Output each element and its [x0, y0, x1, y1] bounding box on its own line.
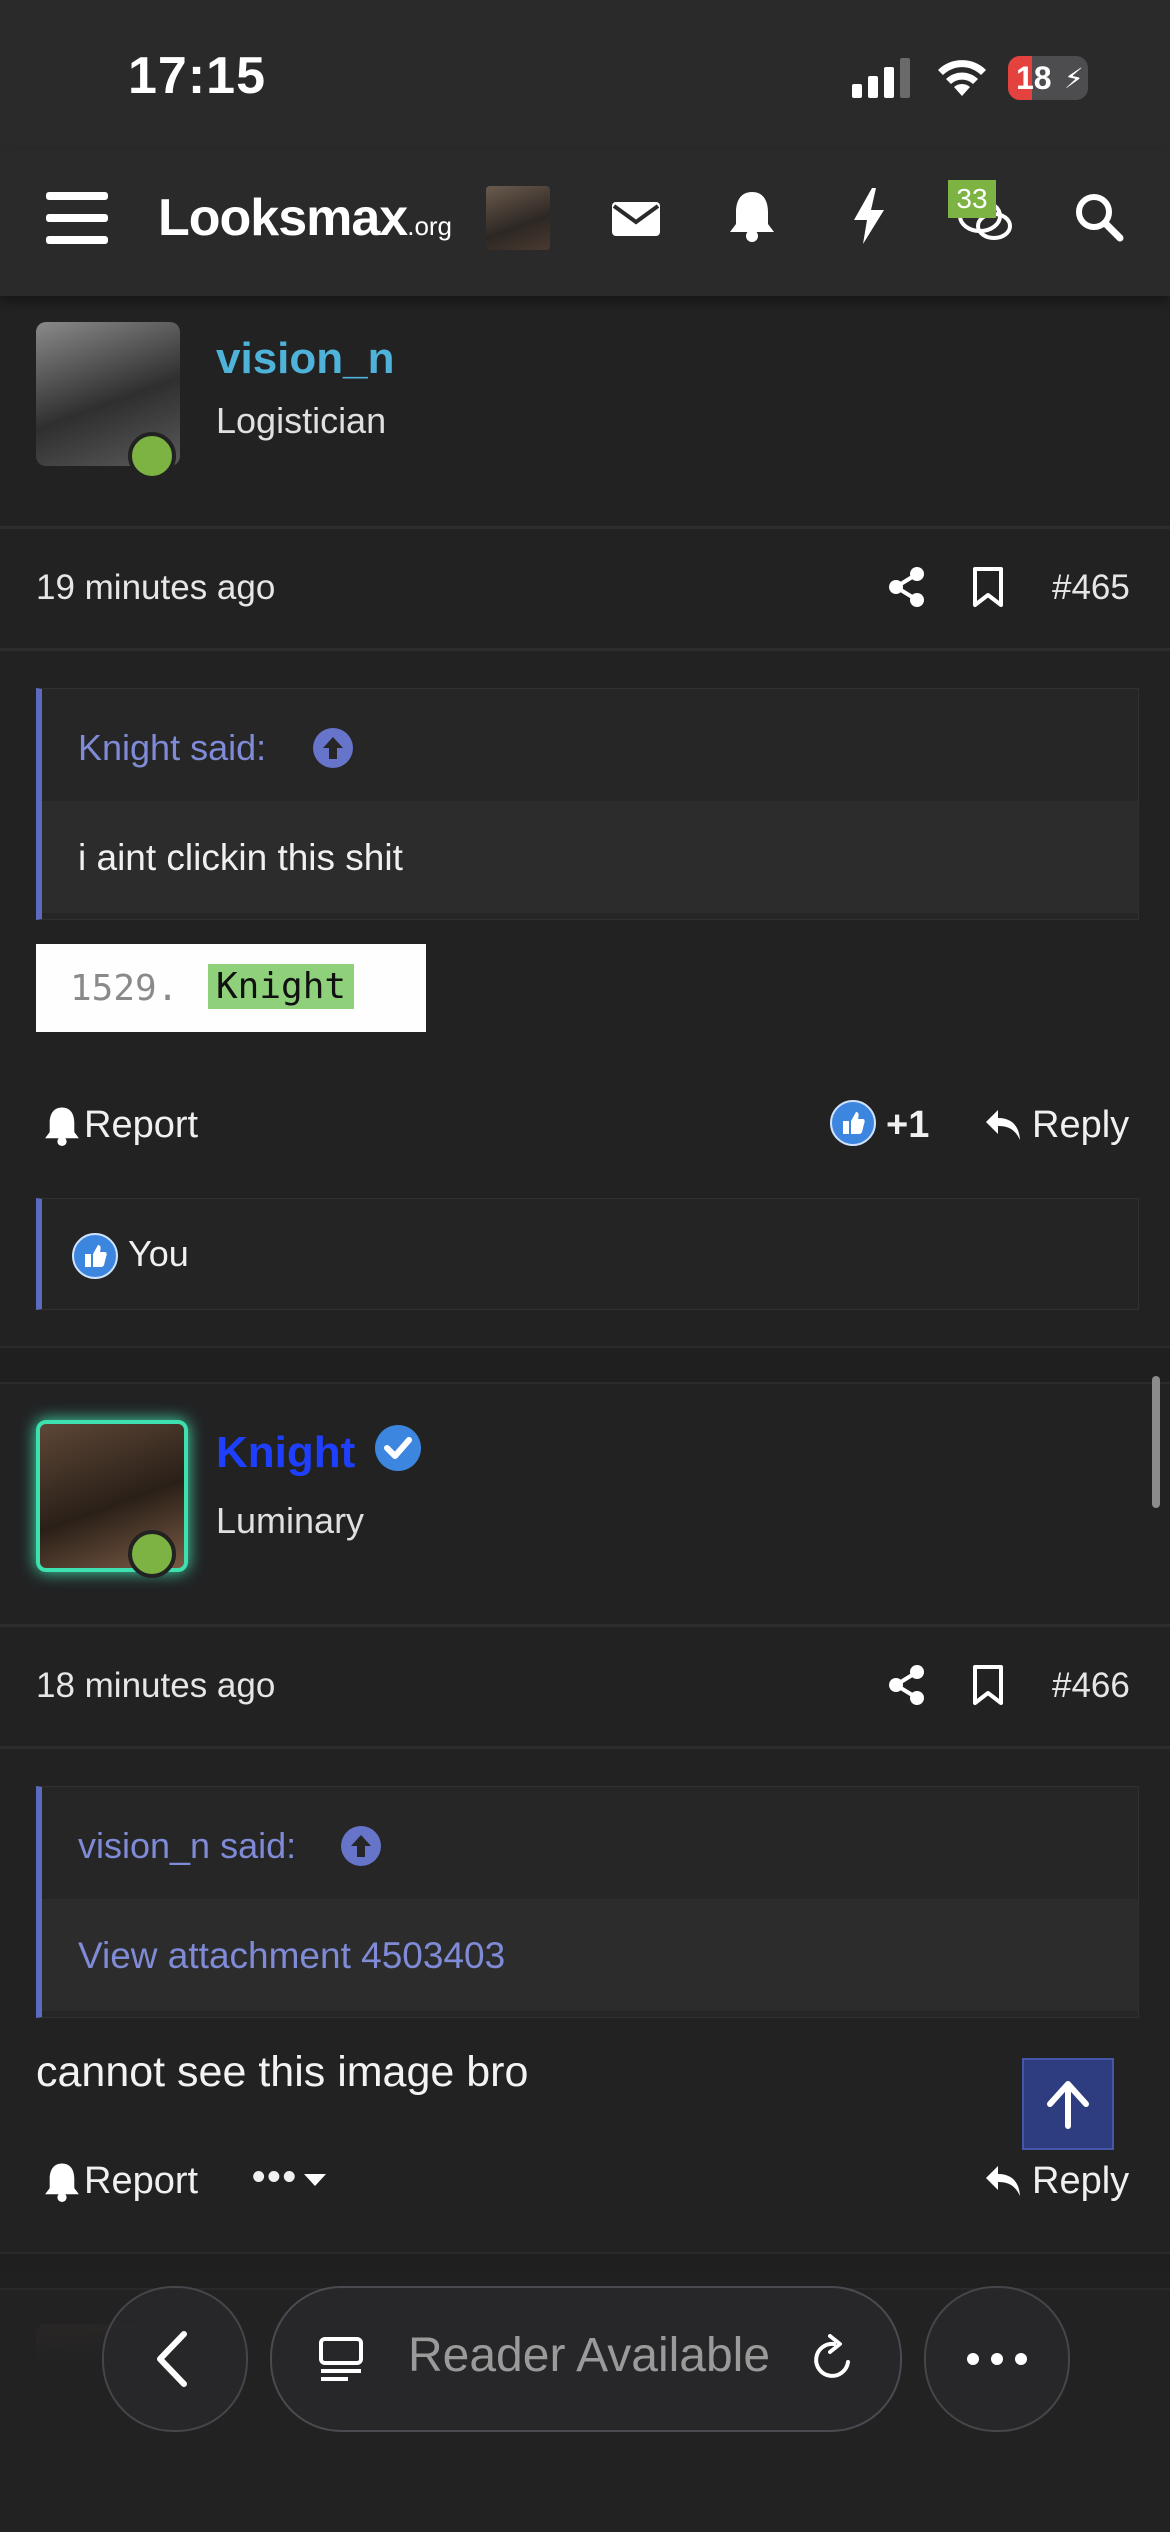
post-separator	[0, 1346, 1170, 1384]
battery-level: 18	[1016, 60, 1052, 96]
report-bell-icon[interactable]	[44, 1106, 80, 1146]
image-line-number: 1529.	[70, 968, 179, 1009]
browser-more-button[interactable]	[924, 2286, 1070, 2432]
status-time: 17:15	[128, 47, 266, 105]
lightning-icon[interactable]	[852, 188, 886, 244]
quote-author[interactable]: vision_n said:	[78, 1825, 296, 1867]
quote-text: i aint clickin this shit	[78, 837, 403, 878]
account-avatar[interactable]	[486, 186, 550, 250]
quote-body: View attachment 4503403	[42, 1899, 1138, 2011]
hamburger-menu-icon[interactable]	[46, 192, 108, 244]
reply-arrow-icon[interactable]	[984, 2164, 1022, 2198]
post-466-message: cannot see this image bro	[36, 2048, 529, 2096]
post-466-username[interactable]: Knight	[216, 1428, 355, 1478]
chevron-down-icon[interactable]	[302, 2172, 328, 2188]
post-466-reply-button[interactable]: Reply	[1032, 2160, 1129, 2203]
page-scrollbar[interactable]	[1152, 1376, 1160, 1508]
post-466-report-button[interactable]: Report	[84, 2160, 198, 2203]
scroll-to-top-button[interactable]	[1022, 2058, 1114, 2150]
reply-arrow-icon[interactable]	[984, 1108, 1022, 1142]
chevron-left-icon	[157, 2331, 187, 2387]
post-465-report-button[interactable]: Report	[84, 1104, 198, 1147]
logo-text: Looksmax	[158, 189, 408, 247]
quote-author[interactable]: Knight said:	[78, 727, 266, 769]
jump-to-quote-icon[interactable]	[312, 727, 354, 769]
reactors-list[interactable]: You	[128, 1233, 189, 1275]
post-466-quote: vision_n said: View attachment 4503403	[36, 1786, 1139, 2018]
ellipsis-icon	[967, 2353, 1027, 2365]
post-465-quote: Knight said: i aint clickin this shit	[36, 688, 1139, 920]
post-header-divider	[0, 526, 1170, 529]
post-465-image[interactable]: 1529. Knight	[36, 944, 426, 1032]
post-465-user-title: Logistician	[216, 400, 387, 441]
image-highlighted-name: Knight	[208, 964, 355, 1009]
post-465-timestamp[interactable]: 19 minutes ago	[36, 568, 275, 608]
arrow-up-icon	[1047, 2081, 1089, 2129]
mail-icon[interactable]	[612, 198, 660, 236]
post-465-reply-button[interactable]: Reply	[1032, 1104, 1129, 1147]
logo-suffix: .org	[407, 211, 453, 241]
quote-header: Knight said:	[42, 689, 1138, 801]
bookmark-icon[interactable]	[972, 1664, 1004, 1706]
verified-badge-icon	[375, 1425, 421, 1471]
charging-icon: ⚡	[1064, 63, 1084, 94]
reader-available-label[interactable]: Reader Available	[408, 2328, 770, 2383]
reader-mode-icon[interactable]	[318, 2336, 364, 2382]
signal-icon	[852, 58, 910, 98]
chat-unread-badge: 33	[948, 180, 996, 218]
post-466-number[interactable]: #466	[1052, 1666, 1130, 1706]
post-meta-divider	[0, 1746, 1170, 1749]
online-status-dot	[128, 432, 176, 480]
browser-back-button[interactable]	[102, 2286, 248, 2432]
bell-icon[interactable]	[730, 190, 774, 242]
post-465-number[interactable]: #465	[1052, 568, 1130, 608]
post-466-user-title: Luminary	[216, 1500, 365, 1541]
like-reaction-icon[interactable]	[830, 1100, 876, 1146]
post-465-reactions-bar[interactable]: You	[36, 1198, 1139, 1310]
quote-body: i aint clickin this shit	[42, 801, 1138, 913]
view-attachment-link[interactable]: View attachment 4503403	[78, 1935, 505, 1977]
post-meta-divider	[0, 648, 1170, 651]
share-icon[interactable]	[888, 1664, 926, 1706]
reload-icon[interactable]	[808, 2334, 856, 2384]
post-465-reaction-count[interactable]: +1	[886, 1104, 929, 1147]
post-466-timestamp[interactable]: 18 minutes ago	[36, 1666, 275, 1706]
post-header-divider	[0, 1624, 1170, 1627]
share-icon[interactable]	[888, 566, 926, 608]
bookmark-icon[interactable]	[972, 566, 1004, 608]
battery-indicator: 18 ⚡	[1008, 56, 1088, 100]
post-465-username[interactable]: vision_n	[216, 334, 395, 384]
like-reaction-icon	[72, 1233, 118, 1279]
quote-header: vision_n said:	[42, 1787, 1138, 1899]
post-466-more-menu[interactable]: •••	[252, 2156, 298, 2199]
search-icon[interactable]	[1074, 192, 1124, 242]
wifi-icon	[938, 60, 986, 96]
site-logo[interactable]: Looksmax.org	[158, 188, 452, 248]
report-bell-icon[interactable]	[44, 2162, 80, 2202]
online-status-dot	[128, 1530, 176, 1578]
jump-to-quote-icon[interactable]	[340, 1825, 382, 1867]
